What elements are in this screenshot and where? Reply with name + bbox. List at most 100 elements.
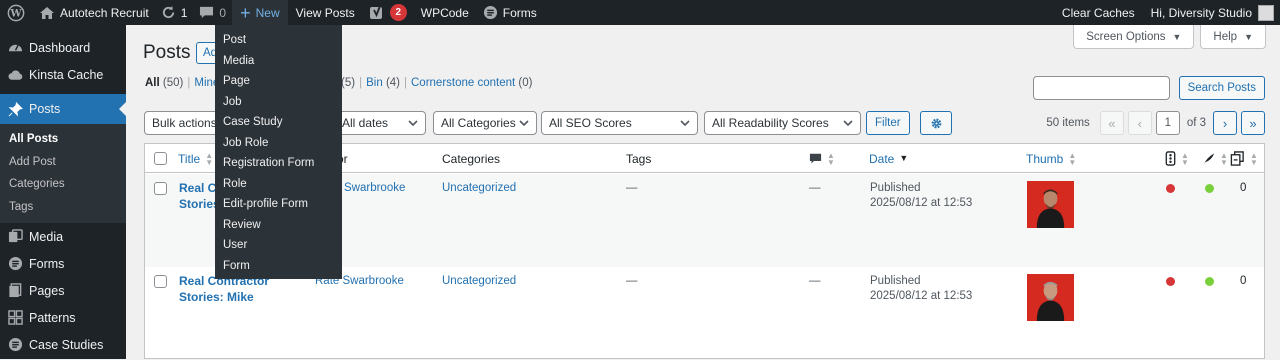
menu-label: Dashboard xyxy=(29,40,91,55)
clear-caches-label: Clear Caches xyxy=(1061,5,1135,20)
my-account-link[interactable]: Hi, Diversity Studio xyxy=(1143,0,1280,25)
new-job-role-item[interactable]: Job Role xyxy=(215,133,342,154)
column-title[interactable]: Title ▲ ▼ xyxy=(178,144,213,173)
traffic-light-icon xyxy=(1165,151,1176,166)
category-link[interactable]: Uncategorized xyxy=(442,274,516,289)
new-review-item[interactable]: Review xyxy=(215,215,342,236)
new-edit-profile-form-item[interactable]: Edit-profile Form xyxy=(215,194,342,215)
column-date[interactable]: Date ▼ xyxy=(869,144,908,173)
menu-label: Media xyxy=(29,229,64,244)
help-button[interactable]: Help ▼ xyxy=(1200,25,1266,49)
screen-options-button[interactable]: Screen Options ▼ xyxy=(1073,25,1195,49)
media-icon xyxy=(7,229,23,245)
menu-case-studies[interactable]: Case Studies xyxy=(0,331,126,358)
menu-posts[interactable]: Posts xyxy=(0,94,126,124)
view-all[interactable]: All xyxy=(145,77,160,89)
new-job-item[interactable]: Job xyxy=(215,92,342,113)
submenu-add-post[interactable]: Add Post xyxy=(0,151,126,174)
tags-value: — xyxy=(626,275,638,287)
new-media-item[interactable]: Media xyxy=(215,51,342,72)
view-cornerstone[interactable]: Cornerstone content xyxy=(411,77,515,89)
new-form-item[interactable]: Form xyxy=(215,256,342,277)
page-title: Posts xyxy=(143,42,191,63)
menu-kinsta-cache[interactable]: Kinsta Cache xyxy=(0,61,126,88)
last-page-button[interactable]: » xyxy=(1241,111,1265,135)
new-role-item[interactable]: Role xyxy=(215,174,342,195)
view-posts-label: View Posts xyxy=(295,5,355,20)
next-page-button[interactable]: › xyxy=(1213,111,1237,135)
wpcode-link[interactable]: WPCode xyxy=(413,0,477,25)
row-checkbox[interactable] xyxy=(154,275,167,288)
column-title-label: Title xyxy=(178,151,201,166)
submenu-categories[interactable]: Categories xyxy=(0,173,126,196)
menu-patterns[interactable]: Patterns xyxy=(0,304,126,331)
row-checkbox[interactable] xyxy=(154,182,167,195)
menu-media[interactable]: Media xyxy=(0,223,126,250)
column-internal-links[interactable]: ▲ ▼ xyxy=(1230,144,1258,173)
column-seo-score[interactable]: ▲ ▼ xyxy=(1165,144,1189,173)
plus-icon: + xyxy=(240,2,251,23)
new-registration-form-item[interactable]: Registration Form xyxy=(215,153,342,174)
forms-icon xyxy=(483,5,498,20)
seo-score-filter-select[interactable]: All SEO Scores xyxy=(541,111,698,135)
updates-count: 1 xyxy=(180,5,188,20)
view-all-count: (50) xyxy=(162,77,184,89)
first-page-button[interactable]: « xyxy=(1099,111,1124,135)
date-filter-select[interactable]: All dates xyxy=(334,111,426,135)
new-case-study-item[interactable]: Case Study xyxy=(215,112,342,133)
dashboard-icon xyxy=(7,40,23,56)
new-page-item[interactable]: Page xyxy=(215,71,342,92)
internal-links-count: 0 xyxy=(1240,275,1247,287)
chevron-down-icon xyxy=(843,120,853,127)
search-posts-button[interactable]: Search Posts xyxy=(1178,76,1265,100)
admin-bar: W Autotech Recruit 1 0 + New View Posts … xyxy=(0,0,1280,25)
category-link[interactable]: Uncategorized xyxy=(442,181,516,196)
post-thumbnail[interactable] xyxy=(1027,181,1074,228)
new-post-item[interactable]: Post xyxy=(215,30,342,51)
view-bin[interactable]: Bin xyxy=(366,77,383,89)
column-comments[interactable]: ▲ ▼ xyxy=(809,144,835,173)
menu-dashboard[interactable]: Dashboard xyxy=(0,34,126,61)
items-count: 50 items xyxy=(1046,117,1090,129)
wordpress-logo-icon[interactable]: W xyxy=(0,0,33,25)
view-posts-link[interactable]: View Posts xyxy=(288,0,363,25)
new-content-button[interactable]: + New xyxy=(232,0,288,25)
total-pages: of 3 xyxy=(1186,117,1206,129)
column-readability[interactable]: ▲ ▼ xyxy=(1202,144,1228,173)
sort-arrows-icon: ▲ ▼ xyxy=(1068,150,1077,167)
caret-down-icon: ▼ xyxy=(1244,31,1253,42)
clear-caches-link[interactable]: Clear Caches xyxy=(1054,0,1143,25)
menu-label: Forms xyxy=(29,256,65,271)
post-thumbnail[interactable] xyxy=(1027,274,1074,321)
updates-link[interactable]: 1 xyxy=(155,0,194,25)
sort-arrows-icon: ▲ ▼ xyxy=(205,150,214,167)
submenu-tags[interactable]: Tags xyxy=(0,196,126,219)
yoast-seo-link[interactable]: 2 xyxy=(363,0,413,25)
chevron-down-icon xyxy=(408,120,418,127)
filter-button[interactable]: Filter xyxy=(866,111,910,135)
comments-link[interactable]: 0 xyxy=(193,0,232,25)
search-input[interactable] xyxy=(1032,76,1170,100)
menu-forms[interactable]: Forms xyxy=(0,250,126,277)
refresh-icon xyxy=(161,5,176,20)
prev-page-button[interactable]: ‹ xyxy=(1127,111,1152,135)
posts-submenu: All Posts Add Post Categories Tags xyxy=(0,124,126,223)
current-page-input[interactable]: 1 xyxy=(1155,111,1180,135)
gear-icon xyxy=(931,118,941,128)
select-all-checkbox[interactable] xyxy=(154,152,167,165)
submenu-all-posts[interactable]: All Posts xyxy=(0,128,126,151)
new-user-item[interactable]: User xyxy=(215,235,342,256)
category-filter-select[interactable]: All Categories xyxy=(433,111,537,135)
settings-gear-button[interactable] xyxy=(920,111,952,135)
forms-link[interactable]: Forms xyxy=(477,0,543,25)
admin-sidebar: Dashboard Kinsta Cache Posts All Posts A… xyxy=(0,25,126,359)
pagination: 50 items « ‹ 1 of 3 › » xyxy=(1046,111,1265,135)
column-thumb[interactable]: Thumb ▲ ▼ xyxy=(1026,144,1076,173)
readability-filter-select[interactable]: All Readability Scores xyxy=(704,111,861,135)
author-link[interactable]: Swarbrooke xyxy=(344,181,405,196)
greeting-label: Hi, Diversity Studio xyxy=(1150,5,1252,20)
comments-value: — xyxy=(809,182,821,194)
internal-links-count: 0 xyxy=(1240,182,1247,194)
menu-pages[interactable]: Pages xyxy=(0,277,126,304)
site-name-link[interactable]: Autotech Recruit xyxy=(33,0,155,25)
